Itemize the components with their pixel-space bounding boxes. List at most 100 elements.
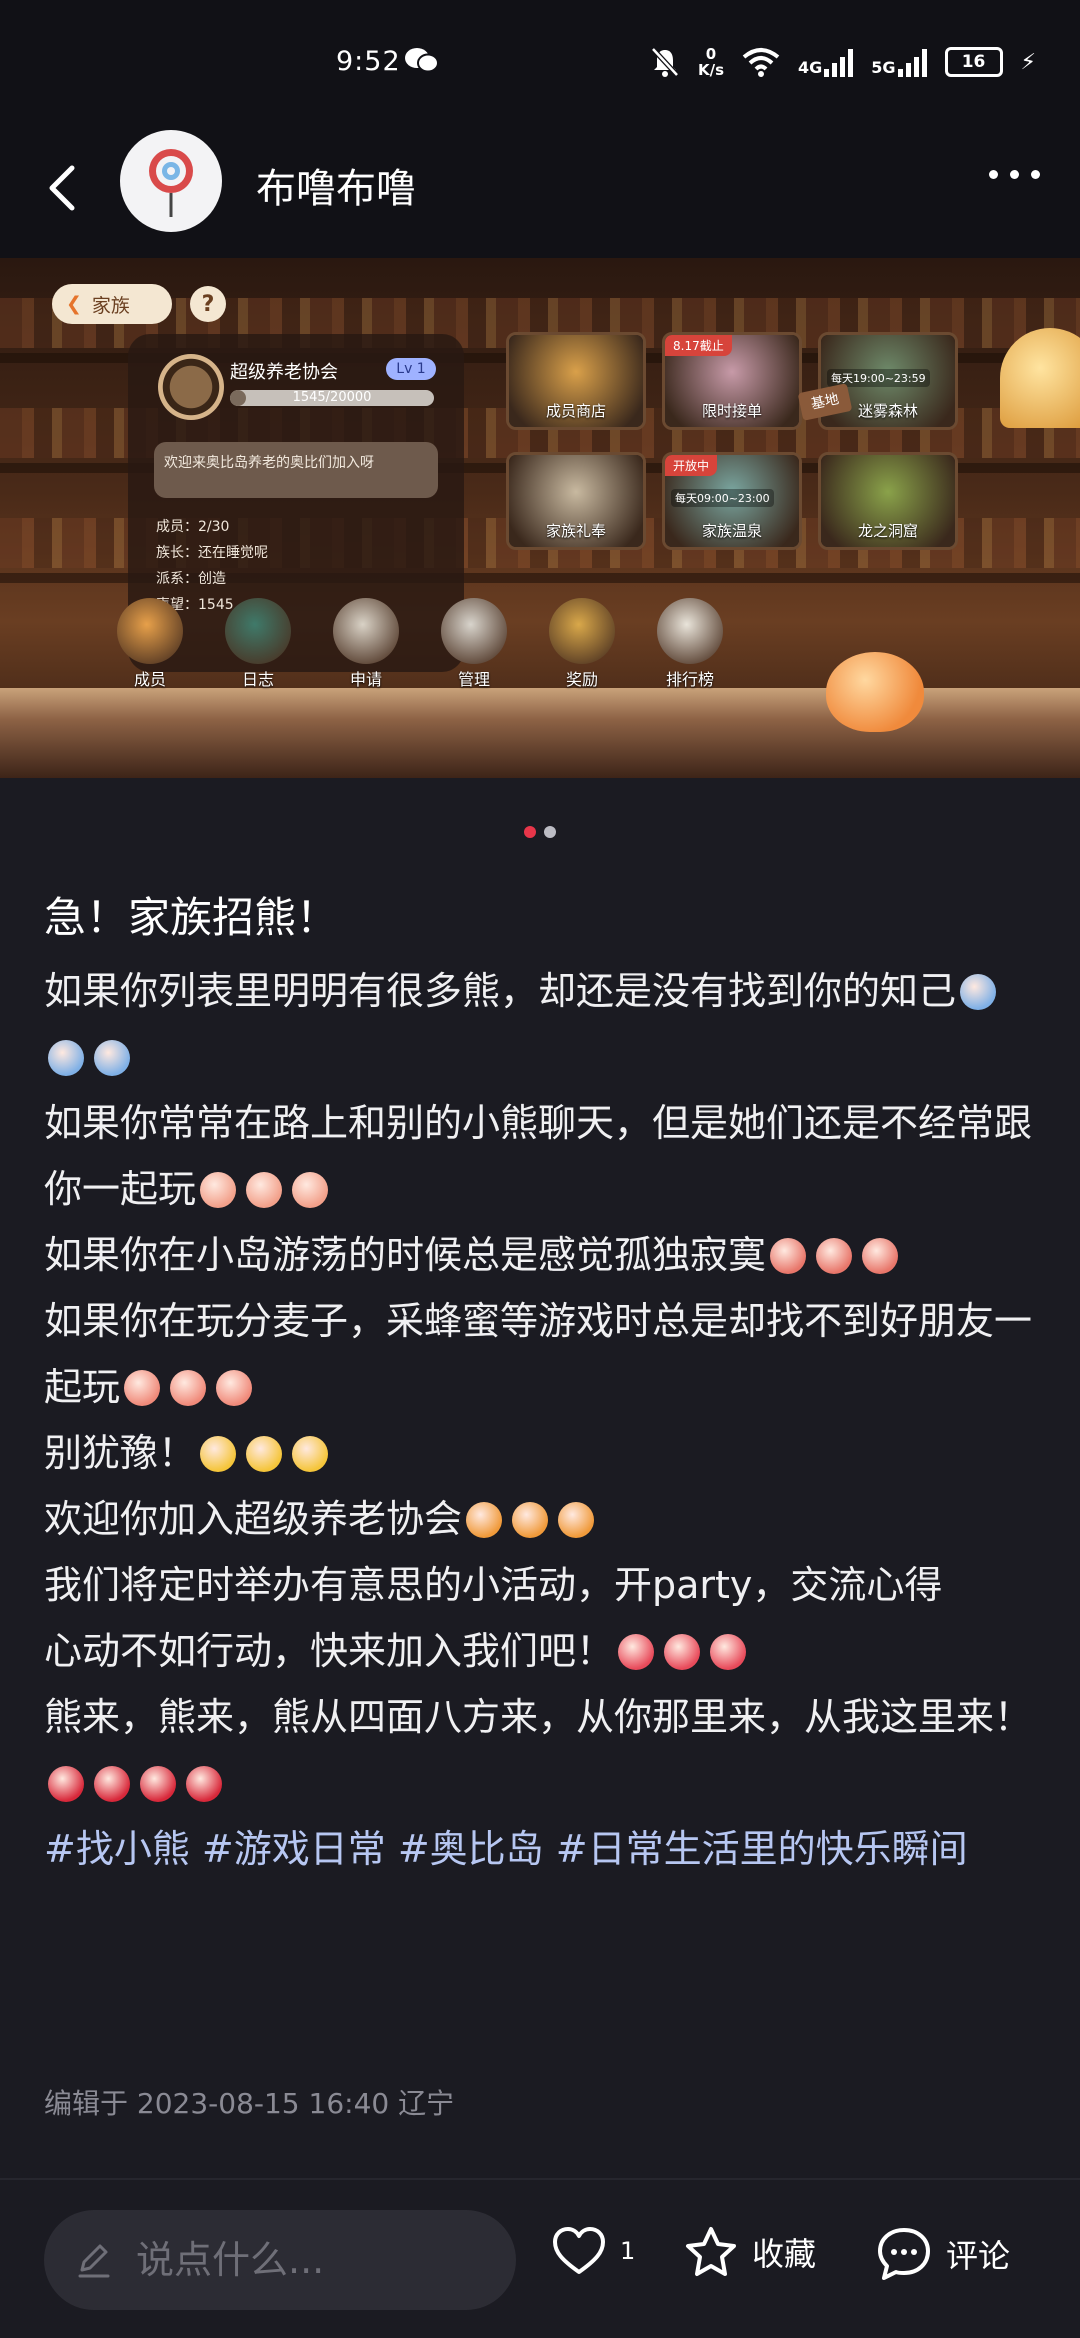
- star-icon: [686, 2227, 736, 2276]
- guild-feature-icon: [657, 598, 723, 664]
- card-chip: 8.17截止: [665, 335, 732, 356]
- guild-name: 超级养老协会: [230, 362, 338, 383]
- card-label: 龙之洞窟: [857, 522, 918, 540]
- rose-emoji: [186, 1766, 222, 1802]
- guild-progress: 1545/20000: [230, 390, 434, 406]
- party-popper-emoji: [710, 1634, 747, 1670]
- like-count: 1: [620, 2237, 636, 2265]
- sad-face-emoji: [246, 1172, 283, 1208]
- more-options-icon[interactable]: [989, 170, 1040, 179]
- edited-time: 编辑于 2023-08-15 16:40 辽宁: [44, 2087, 455, 2120]
- carousel-indicator: [0, 826, 1080, 838]
- post-line-text: 如果你在小岛游荡的时候总是感觉孤独寂寞: [44, 1233, 767, 1277]
- battery-indicator: 16: [944, 47, 1003, 77]
- guild-feature-icon: [441, 598, 507, 664]
- post-line: 如果你列表里明明有很多熊，却还是没有找到你的知己: [44, 958, 1044, 1090]
- post-tags[interactable]: #找小熊 #游戏日常 #奥比岛 #日常生活里的快乐瞬间: [44, 1816, 1044, 1882]
- favorite-button[interactable]: 收藏: [684, 2226, 816, 2278]
- post-line: 欢迎你加入超级养老协会: [44, 1486, 1044, 1552]
- carousel-dot: [544, 826, 556, 838]
- post-line: 心动不如行动，快来加入我们吧！: [44, 1618, 1044, 1684]
- like-button[interactable]: 1: [552, 2226, 635, 2276]
- carousel-dot-active: [524, 826, 536, 838]
- comment-bubble-icon: [878, 2228, 930, 2280]
- wifi-icon: [742, 48, 780, 77]
- rose-emoji: [140, 1766, 176, 1802]
- post-line: 熊来，熊来，熊从四面八方来，从你那里来，从我这里来！: [44, 1684, 1044, 1816]
- sparkle-emoji: [200, 1436, 237, 1472]
- post-line-text: 心动不如行动，快来加入我们吧！: [44, 1629, 615, 1673]
- sad-face-emoji: [200, 1172, 237, 1208]
- post-title: 急！家族招熊！: [44, 893, 339, 942]
- back-arrow-icon[interactable]: [40, 152, 84, 222]
- post-image[interactable]: ❮ 家族 ? 超级养老协会 Lv 1 1545/20000 欢迎来奥比岛养老的奥比…: [0, 258, 1080, 778]
- sobbing-face-emoji: [216, 1370, 253, 1406]
- card-label: 家族礼奉: [545, 522, 606, 540]
- comment-label: 评论: [946, 2237, 1011, 2275]
- status-icons: 0 K/s 4G 5G 16 ⚡: [650, 40, 1036, 84]
- author-name[interactable]: 布噜布噜: [256, 156, 416, 214]
- heart-icon: [553, 2227, 605, 2274]
- comment-input[interactable]: [136, 2238, 496, 2282]
- lollipop-icon: [149, 149, 193, 217]
- guild-card: 每天19:00~23:59 迷雾森林: [818, 332, 958, 430]
- guild-card: 龙之洞窟: [818, 452, 958, 550]
- wechat-icon: [405, 48, 439, 73]
- rose-emoji: [94, 1766, 130, 1802]
- post-line: 如果你常常在路上和别的小熊聊天，但是她们还是不经常跟你一起玩: [44, 1090, 1044, 1222]
- post-line-text: 别犹豫！: [44, 1431, 197, 1475]
- favorite-label: 收藏: [752, 2235, 817, 2273]
- guild-icon-label: 奖励: [565, 670, 598, 689]
- post-header: 布噜布噜: [0, 120, 1080, 260]
- comment-button[interactable]: 评论: [876, 2226, 1010, 2282]
- guild-icon-item: 日志: [218, 598, 298, 690]
- crying-face-emoji: [94, 1040, 130, 1076]
- guild-card: 家族礼奉: [506, 452, 646, 550]
- guild-feature-icon: [117, 598, 183, 664]
- charging-icon: ⚡: [1020, 49, 1036, 75]
- guild-icon-item: 管理: [434, 598, 514, 690]
- guild-badge-icon: [158, 354, 224, 420]
- comment-box[interactable]: [44, 2210, 516, 2310]
- guild-icon-item: 申请: [326, 598, 406, 690]
- guild-card: 8.17截止限时接单: [662, 332, 802, 430]
- status-time: 9:52: [336, 46, 401, 77]
- pencil-icon: [78, 2244, 110, 2278]
- lonely-face-emoji: [816, 1238, 853, 1274]
- guild-card: 开放中 每天09:00~23:00 家族温泉: [662, 452, 802, 550]
- card-time: 每天09:00~23:00: [671, 489, 774, 507]
- family-tag: ❮ 家族: [52, 284, 172, 324]
- guild-icon-item: 奖励: [542, 598, 622, 690]
- guild-icon-label: 成员: [133, 670, 166, 689]
- post-line: 我们将定时举办有意思的小活动，开party，交流心得: [44, 1552, 1044, 1618]
- sobbing-face-emoji: [170, 1370, 207, 1406]
- post-line-text: 我们将定时举办有意思的小活动，开party，交流心得: [44, 1563, 943, 1607]
- post-body: 如果你列表里明明有很多熊，却还是没有找到你的知己如果你常常在路上和别的小熊聊天，…: [44, 958, 1044, 1882]
- status-bar: 9:52 0 K/s 4G 5G 16 ⚡: [0, 0, 1080, 120]
- card-label: 限时接单: [701, 402, 762, 420]
- post-line: 别犹豫！: [44, 1420, 1044, 1486]
- post-line-text: 熊来，熊来，熊从四面八方来，从你那里来，从我这里来！: [44, 1695, 1033, 1739]
- firework-emoji: [558, 1502, 595, 1538]
- author-avatar[interactable]: [120, 130, 222, 232]
- firework-emoji: [466, 1502, 503, 1538]
- sobbing-face-emoji: [124, 1370, 161, 1406]
- post-line-text: 如果你常常在路上和别的小熊聊天，但是她们还是不经常跟你一起玩: [44, 1101, 1033, 1211]
- guild-icon-label: 申请: [349, 670, 382, 689]
- guild-welcome: 欢迎来奥比岛养老的奥比们加入呀: [154, 442, 438, 498]
- sparkle-emoji: [292, 1436, 329, 1472]
- bottom-bar: 1 收藏 评论: [0, 2180, 1080, 2338]
- post-line: 如果你在玩分麦子，采蜂蜜等游戏时总是却找不到好朋友一起玩: [44, 1288, 1044, 1420]
- crying-face-emoji: [960, 974, 997, 1010]
- network-speed: 0 K/s: [697, 45, 725, 79]
- card-label: 成员商店: [545, 402, 606, 420]
- guild-icon-label: 排行榜: [665, 670, 714, 689]
- post-line-text: 如果你列表里明明有很多熊，却还是没有找到你的知己: [44, 969, 957, 1013]
- sad-face-emoji: [292, 1172, 329, 1208]
- mute-bell-icon: [651, 47, 679, 77]
- party-popper-emoji: [618, 1634, 655, 1670]
- post-line: 如果你在小岛游荡的时候总是感觉孤独寂寞: [44, 1222, 1044, 1288]
- party-popper-emoji: [664, 1634, 701, 1670]
- signal-4g: 4G: [798, 47, 854, 77]
- guild-feature-icon: [549, 598, 615, 664]
